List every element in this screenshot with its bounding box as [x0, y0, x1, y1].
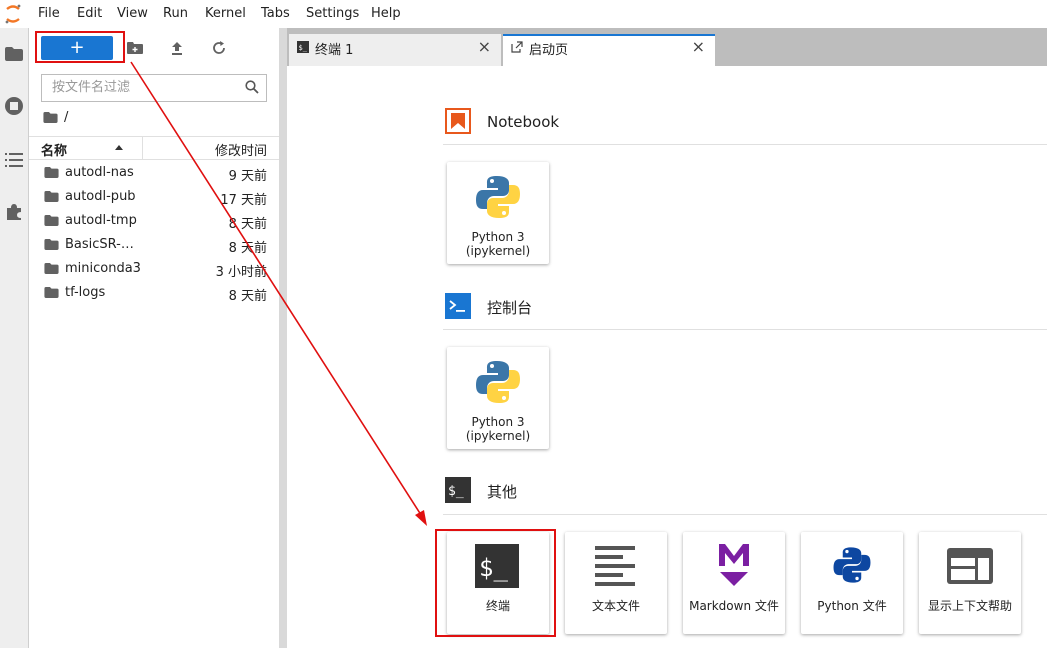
section-title-notebook: Notebook: [487, 113, 560, 131]
card-label: Python 3: [471, 415, 525, 429]
refresh-icon[interactable]: [206, 36, 232, 60]
menu-kernel[interactable]: Kernel: [205, 6, 246, 21]
notebook-icon: [445, 108, 471, 134]
folder-icon: [44, 167, 59, 178]
extension-icon[interactable]: [2, 200, 26, 224]
card-label: Python 文件: [817, 599, 887, 613]
section-title-console: 控制台: [487, 299, 533, 317]
tab-bar: $_ 终端 1 × 启动页 ×: [287, 28, 1047, 66]
file-row[interactable]: autodl-tmp 8 天前: [29, 209, 279, 233]
file-modified: 9 天前: [228, 169, 267, 184]
close-icon[interactable]: ×: [692, 37, 705, 56]
launch-icon: [511, 41, 523, 53]
context-help-icon: [947, 548, 993, 584]
python-file-icon: [833, 547, 871, 583]
launcher-card-console-python3[interactable]: Python 3 (ipykernel): [447, 347, 549, 449]
python-icon: [476, 176, 520, 218]
menu-settings[interactable]: Settings: [306, 6, 359, 21]
section-divider: [443, 329, 1047, 330]
python-icon: [476, 361, 520, 403]
card-sublabel: (ipykernel): [465, 429, 531, 443]
sort-ascending-icon: [115, 145, 123, 150]
upload-icon[interactable]: [164, 36, 190, 60]
card-label: 显示上下文帮助: [927, 599, 1012, 613]
menu-file[interactable]: File: [38, 6, 60, 21]
menu-help[interactable]: Help: [371, 6, 401, 21]
file-modified: 8 天前: [228, 217, 267, 232]
file-name: autodl-nas: [65, 165, 134, 180]
panel-splitter[interactable]: [279, 28, 287, 648]
card-sublabel: (ipykernel): [465, 244, 531, 258]
new-folder-icon[interactable]: [122, 36, 148, 60]
file-name: miniconda3: [65, 261, 141, 276]
card-label: Python 3: [471, 230, 525, 244]
menu-tabs[interactable]: Tabs: [261, 6, 290, 21]
file-row[interactable]: miniconda3 3 小时前: [29, 257, 279, 281]
menu-run[interactable]: Run: [163, 6, 188, 21]
file-row[interactable]: autodl-pub 17 天前: [29, 185, 279, 209]
toc-icon[interactable]: [2, 148, 26, 172]
file-modified: 8 天前: [228, 241, 267, 256]
menu-view[interactable]: View: [117, 6, 148, 21]
file-row[interactable]: autodl-nas 9 天前: [29, 161, 279, 185]
svg-text:$_: $_: [448, 484, 464, 499]
console-icon: [445, 293, 471, 319]
file-row[interactable]: tf-logs 8 天前: [29, 281, 279, 305]
tab-terminal[interactable]: $_ 终端 1 ×: [289, 34, 501, 66]
file-row[interactable]: BasicSR-… 8 天前: [29, 233, 279, 257]
section-divider: [443, 144, 1047, 145]
folder-icon: [44, 239, 59, 250]
file-name: tf-logs: [65, 285, 106, 300]
jupyter-logo-icon: [5, 4, 21, 24]
file-list-header: 名称 修改时间: [29, 136, 279, 160]
folder-icon: [44, 191, 59, 202]
home-folder-icon[interactable]: [43, 112, 58, 123]
filter-input[interactable]: 按文件名过滤: [41, 74, 267, 102]
tab-launcher[interactable]: 启动页 ×: [503, 34, 715, 66]
section-title-other: 其他: [487, 483, 518, 501]
annotation-box-new-button: [35, 31, 125, 63]
markdown-icon: [719, 544, 749, 586]
folder-icon: [44, 215, 59, 226]
column-modified-header[interactable]: 修改时间: [215, 140, 267, 159]
folder-icon: [44, 287, 59, 298]
section-divider: [443, 514, 1047, 515]
activity-bar: [0, 28, 29, 648]
launcher-card-markdown-file[interactable]: Markdown 文件: [683, 532, 785, 634]
search-icon: [245, 80, 259, 94]
file-modified: 17 天前: [220, 193, 267, 208]
column-divider[interactable]: [142, 137, 143, 159]
launcher-card-context-help[interactable]: 显示上下文帮助: [919, 532, 1021, 634]
menu-edit[interactable]: Edit: [77, 6, 102, 21]
column-name-header[interactable]: 名称: [41, 140, 67, 159]
menu-bar: File Edit View Run Kernel Tabs Settings …: [0, 0, 1047, 28]
file-modified: 8 天前: [228, 289, 267, 304]
file-browser: + 按文件名过滤 / 名称 修改时间 autodl-nas 9 天前 autod…: [29, 28, 279, 648]
launcher: Notebook Python 3 (ipykernel) 控制台 Python…: [287, 66, 1047, 648]
text-file-icon: [595, 546, 635, 586]
file-name: BasicSR-…: [65, 237, 134, 252]
other-terminal-icon: $_: [445, 477, 471, 503]
launcher-card-notebook-python3[interactable]: Python 3 (ipykernel): [447, 162, 549, 264]
breadcrumb-root[interactable]: /: [64, 110, 68, 125]
folder-icon[interactable]: [2, 42, 26, 66]
tab-label: 启动页: [529, 43, 569, 58]
breadcrumb: /: [43, 110, 68, 125]
terminal-small-icon: $_: [297, 41, 309, 53]
tab-label: 终端 1: [315, 43, 354, 58]
folder-icon: [44, 263, 59, 274]
card-label: Markdown 文件: [689, 599, 779, 613]
close-icon[interactable]: ×: [478, 37, 491, 56]
launcher-card-text-file[interactable]: 文本文件: [565, 532, 667, 634]
svg-text:$_: $_: [299, 44, 308, 52]
launcher-card-python-file[interactable]: Python 文件: [801, 532, 903, 634]
annotation-box-terminal-card: [435, 529, 556, 637]
file-name: autodl-pub: [65, 189, 136, 204]
file-name: autodl-tmp: [65, 213, 137, 228]
card-label: 文本文件: [591, 599, 640, 613]
file-modified: 3 小时前: [215, 265, 267, 280]
running-icon[interactable]: [2, 94, 26, 118]
